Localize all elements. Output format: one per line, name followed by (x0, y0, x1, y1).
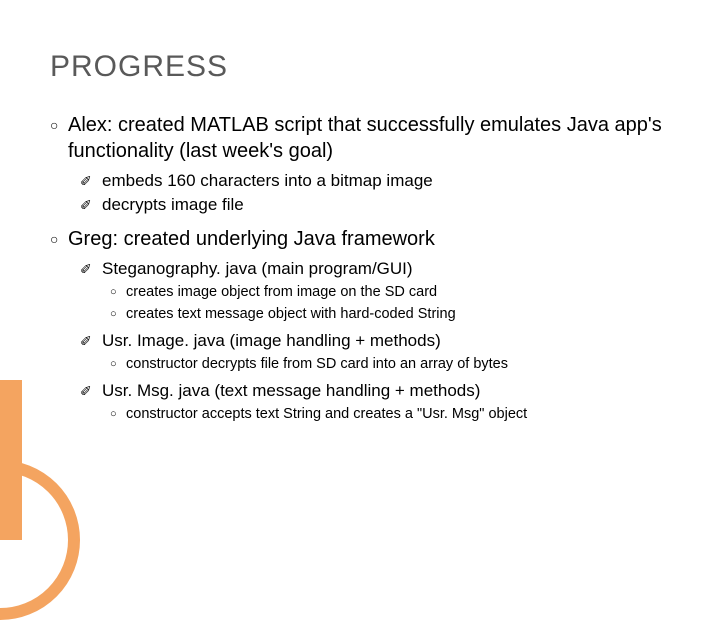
item-text: decrypts image file (102, 194, 244, 216)
list-item: ○ Alex: created MATLAB script that succe… (50, 112, 680, 164)
list-item: ○ Greg: created underlying Java framewor… (50, 226, 680, 252)
bullet-mark: ○ (110, 304, 126, 324)
bullet-mark: ✐ (80, 258, 102, 280)
item-text: Usr. Msg. java (text message handling + … (102, 380, 480, 402)
list-item: ✐ Usr. Msg. java (text message handling … (80, 380, 680, 402)
slide-content: PROGRESS ○ Alex: created MATLAB script t… (0, 0, 720, 454)
bullet-mark: ✐ (80, 330, 102, 352)
slide-title: PROGRESS (50, 50, 680, 84)
bullet-mark: ○ (50, 226, 68, 252)
item-text: creates image object from image on the S… (126, 282, 437, 302)
list-item: ✐ Steganography. java (main program/GUI) (80, 258, 680, 280)
bullet-mark: ○ (50, 112, 68, 164)
item-text: Steganography. java (main program/GUI) (102, 258, 413, 280)
bullet-mark: ○ (110, 282, 126, 302)
list-item: ○ constructor accepts text String and cr… (110, 404, 680, 424)
item-text: constructor accepts text String and crea… (126, 404, 527, 424)
list-item: ○ constructor decrypts file from SD card… (110, 354, 680, 374)
bullet-mark: ✐ (80, 380, 102, 402)
bullet-mark: ✐ (80, 170, 102, 192)
item-text: embeds 160 characters into a bitmap imag… (102, 170, 433, 192)
list-item: ✐ Usr. Image. java (image handling + met… (80, 330, 680, 352)
bullet-mark: ✐ (80, 194, 102, 216)
outline-list: ○ Alex: created MATLAB script that succe… (50, 112, 680, 424)
item-text: Alex: created MATLAB script that success… (68, 112, 680, 164)
bullet-mark: ○ (110, 404, 126, 424)
item-text: Greg: created underlying Java framework (68, 226, 435, 252)
accent-circle (0, 460, 80, 620)
bullet-mark: ○ (110, 354, 126, 374)
list-item: ✐ decrypts image file (80, 194, 680, 216)
list-item: ✐ embeds 160 characters into a bitmap im… (80, 170, 680, 192)
item-text: Usr. Image. java (image handling + metho… (102, 330, 441, 352)
item-text: creates text message object with hard-co… (126, 304, 456, 324)
item-text: constructor decrypts file from SD card i… (126, 354, 508, 374)
list-item: ○ creates image object from image on the… (110, 282, 680, 302)
list-item: ○ creates text message object with hard-… (110, 304, 680, 324)
